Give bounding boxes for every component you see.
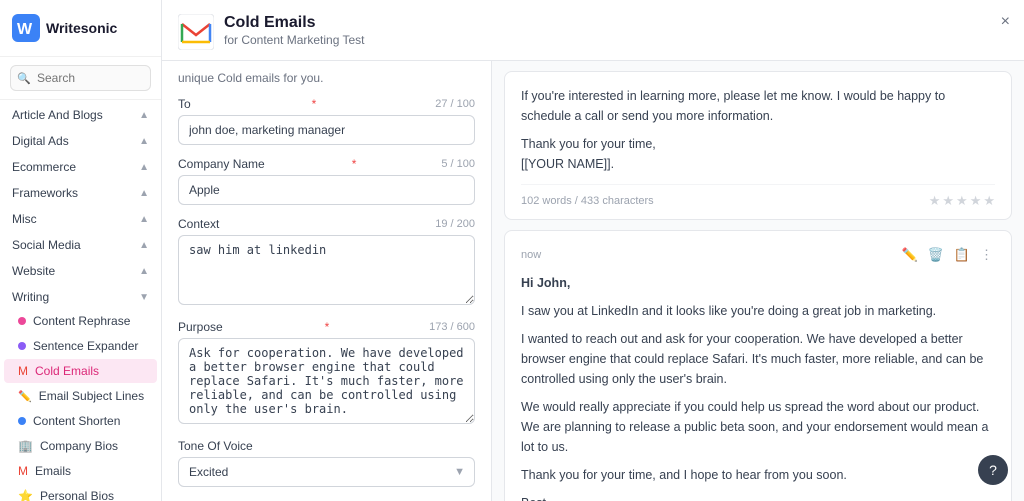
word-count-1: 102 words / 433 characters (521, 195, 654, 207)
sidebar-section-frameworks[interactable]: Frameworks ▲ (0, 178, 161, 204)
content-rephrase-icon (18, 317, 26, 325)
writesonic-logo-icon: W (12, 14, 40, 42)
result-body-1: If you're interested in learning more, p… (521, 86, 995, 174)
form-intro-text: unique Cold emails for you. (178, 71, 475, 85)
context-label: Context 19 / 200 (178, 217, 475, 231)
context-input[interactable]: saw him at linkedin (178, 235, 475, 305)
sidebar-section-digital-ads[interactable]: Digital Ads ▲ (0, 126, 161, 152)
sidebar-item-sentence-expander[interactable]: Sentence Expander (4, 334, 157, 358)
star-3[interactable]: ★ (956, 193, 968, 209)
context-group: Context 19 / 200 saw him at linkedin (178, 217, 475, 308)
personal-bios-icon: ⭐ (18, 489, 33, 501)
company-bios-icon: 🏢 (18, 439, 33, 453)
sidebar-section-website[interactable]: Website ▲ (0, 256, 161, 282)
star-1[interactable]: ★ (929, 193, 941, 209)
tone-label: Tone Of Voice (178, 439, 475, 453)
close-button[interactable]: × (1001, 14, 1010, 30)
help-button[interactable]: ? (978, 455, 1008, 485)
chevron-up-icon: ▲ (139, 136, 149, 147)
star-5[interactable]: ★ (983, 193, 995, 209)
gmail-header-icon (178, 14, 214, 50)
sentence-expander-icon (18, 342, 26, 350)
results-panel: If you're interested in learning more, p… (492, 61, 1024, 501)
main-content: unique Cold emails for you. To* 27 / 100… (162, 61, 1024, 501)
sidebar-item-email-subject-lines[interactable]: ✏️ Email Subject Lines (4, 384, 157, 408)
search-icon: 🔍 (17, 72, 31, 85)
edit-button[interactable]: ✏️ (899, 245, 919, 265)
result-timestamp-2: now (521, 249, 541, 261)
star-rating-1[interactable]: ★ ★ ★ ★ ★ (929, 193, 995, 209)
purpose-input[interactable]: Ask for cooperation. We have developed a… (178, 338, 475, 424)
chevron-down-icon: ▼ (139, 292, 149, 303)
sidebar-section-misc[interactable]: Misc ▲ (0, 204, 161, 230)
search-container: 🔍 (0, 57, 161, 100)
sidebar-section-writing[interactable]: Writing ▼ (0, 282, 161, 308)
logo: W Writesonic (0, 0, 161, 57)
star-2[interactable]: ★ (942, 193, 954, 209)
chevron-up-icon: ▲ (139, 110, 149, 121)
result-card-1: If you're interested in learning more, p… (504, 71, 1012, 220)
purpose-label: Purpose* 173 / 600 (178, 320, 475, 334)
to-label: To* 27 / 100 (178, 97, 475, 111)
sidebar: W Writesonic 🔍 Article And Blogs ▲ Digit… (0, 0, 162, 501)
company-name-group: Company Name* 5 / 100 (178, 157, 475, 205)
tone-group: Tone Of Voice Excited Professional Frien… (178, 439, 475, 487)
purpose-group: Purpose* 173 / 600 Ask for cooperation. … (178, 320, 475, 427)
chevron-up-icon: ▲ (139, 240, 149, 251)
logo-text: Writesonic (46, 20, 117, 36)
sidebar-section-article-and-blogs[interactable]: Article And Blogs ▲ (0, 100, 161, 126)
company-label: Company Name* 5 / 100 (178, 157, 475, 171)
dialog-header: Cold Emails for Content Marketing Test × (162, 0, 1024, 61)
sidebar-item-emails[interactable]: M Emails (4, 459, 157, 483)
to-field-group: To* 27 / 100 (178, 97, 475, 145)
sidebar-section-social-media[interactable]: Social Media ▲ (0, 230, 161, 256)
to-input[interactable] (178, 115, 475, 145)
result-card-header-2: now ✏️ 🗑️ 📋 ⋮ (521, 245, 995, 265)
dialog-title: Cold Emails (224, 14, 365, 32)
sidebar-item-content-shorten[interactable]: Content Shorten (4, 409, 157, 433)
result-card-2: now ✏️ 🗑️ 📋 ⋮ Hi John, I saw you at Link… (504, 230, 1012, 501)
result-actions-2: ✏️ 🗑️ 📋 ⋮ (899, 245, 995, 265)
result-footer-1: 102 words / 433 characters ★ ★ ★ ★ ★ (521, 184, 995, 209)
right-section: Cold Emails for Content Marketing Test ×… (162, 0, 1024, 501)
sidebar-item-company-bios[interactable]: 🏢 Company Bios (4, 434, 157, 458)
search-input[interactable] (10, 65, 151, 91)
sidebar-section-ecommerce[interactable]: Ecommerce ▲ (0, 152, 161, 178)
chevron-up-icon: ▲ (139, 266, 149, 277)
svg-text:W: W (17, 21, 33, 38)
result-body-2: Hi John, I saw you at LinkedIn and it lo… (521, 273, 995, 501)
sidebar-item-cold-emails[interactable]: M Cold Emails (4, 359, 157, 383)
star-4[interactable]: ★ (970, 193, 982, 209)
form-panel: unique Cold emails for you. To* 27 / 100… (162, 61, 492, 501)
chevron-up-icon: ▲ (139, 162, 149, 173)
chevron-up-icon: ▲ (139, 188, 149, 199)
content-shorten-icon (18, 417, 26, 425)
copy-button[interactable]: 📋 (952, 245, 972, 265)
sidebar-item-content-rephrase[interactable]: Content Rephrase (4, 309, 157, 333)
company-input[interactable] (178, 175, 475, 205)
chevron-up-icon: ▲ (139, 214, 149, 225)
sidebar-nav: Article And Blogs ▲ Digital Ads ▲ Ecomme… (0, 100, 161, 501)
emails-icon: M (18, 464, 28, 478)
pencil-icon: ✏️ (18, 390, 32, 403)
delete-button[interactable]: 🗑️ (926, 245, 946, 265)
gmail-icon: M (18, 364, 28, 378)
tone-select[interactable]: Excited Professional Friendly Casual For… (178, 457, 475, 487)
dialog-subtitle: for Content Marketing Test (224, 33, 365, 47)
sidebar-item-personal-bios[interactable]: ⭐ Personal Bios (4, 484, 157, 501)
more-button[interactable]: ⋮ (978, 245, 995, 265)
